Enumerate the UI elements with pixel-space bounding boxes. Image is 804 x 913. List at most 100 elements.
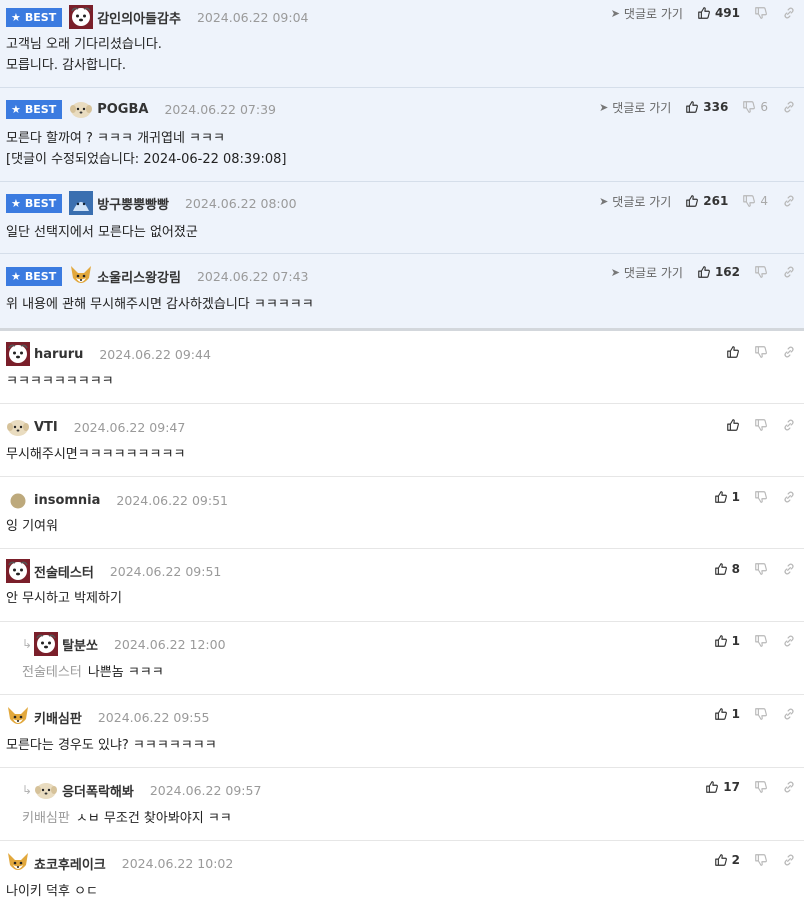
goto-comment-link[interactable]: ➤ 댓글로 가기 bbox=[599, 193, 671, 210]
dislike-button[interactable] bbox=[754, 707, 768, 721]
comment-date: 2024.06.22 09:47 bbox=[73, 419, 186, 435]
dislike-button[interactable] bbox=[754, 418, 768, 432]
like-button[interactable]: 8 bbox=[714, 562, 740, 576]
avatar[interactable] bbox=[6, 559, 30, 583]
comment-date: 2024.06.22 07:39 bbox=[164, 101, 277, 117]
nickname[interactable]: 탈분쏘 bbox=[62, 635, 98, 654]
like-count: 1 bbox=[731, 634, 740, 648]
thumbs-down-icon bbox=[754, 418, 768, 432]
comment-date: 2024.06.22 09:51 bbox=[109, 563, 222, 579]
dislike-button[interactable]: 6 bbox=[742, 100, 768, 114]
comment-date: 2024.06.22 09:55 bbox=[97, 709, 210, 725]
avatar[interactable] bbox=[69, 264, 93, 288]
comment-date: 2024.06.22 09:44 bbox=[99, 346, 211, 362]
send-icon: ➤ bbox=[599, 100, 609, 114]
best-comment: ★ BEST POGBA 2024.06.22 07:39 ➤ 댓글로 가기 336… bbox=[0, 88, 804, 182]
mention-nickname[interactable]: 전술테스터 bbox=[22, 665, 82, 680]
comment-actions: 8 bbox=[714, 560, 796, 578]
comment-date: 2024.06.22 09:51 bbox=[116, 492, 228, 508]
copy-link-button[interactable] bbox=[782, 780, 796, 794]
nickname[interactable]: 소울리스왕강림 bbox=[97, 267, 181, 286]
nickname[interactable]: 방구뿡뿡빵빵 bbox=[97, 194, 169, 213]
comment-header: 쵸코후레이크 2024.06.22 10:02 bbox=[6, 851, 233, 875]
thumbs-down-icon bbox=[742, 100, 756, 114]
copy-link-button[interactable] bbox=[782, 562, 796, 576]
nickname[interactable]: 감인의아들감추 bbox=[97, 8, 181, 27]
like-button[interactable]: 17 bbox=[705, 780, 740, 794]
like-button[interactable]: 2 bbox=[714, 853, 740, 867]
nickname[interactable]: 쵸코후레이크 bbox=[34, 854, 106, 873]
like-count: 336 bbox=[703, 100, 729, 114]
copy-link-button[interactable] bbox=[782, 265, 796, 279]
dislike-button[interactable] bbox=[754, 780, 768, 794]
avatar[interactable] bbox=[69, 97, 93, 121]
copy-link-button[interactable] bbox=[782, 100, 796, 114]
nickname[interactable]: 키배심판 bbox=[34, 708, 82, 727]
nickname[interactable]: 응더폭락해봐 bbox=[62, 781, 134, 800]
copy-link-button[interactable] bbox=[782, 418, 796, 432]
dislike-button[interactable]: 4 bbox=[742, 194, 768, 208]
dislike-count: 6 bbox=[760, 100, 768, 114]
dislike-button[interactable] bbox=[754, 634, 768, 648]
avatar[interactable] bbox=[34, 632, 58, 656]
dislike-button[interactable] bbox=[754, 6, 768, 20]
mention-nickname[interactable]: 키배심판 bbox=[22, 811, 70, 826]
dislike-button[interactable] bbox=[754, 345, 768, 359]
comment-body: 안 무시하고 박제하기 bbox=[6, 591, 122, 606]
nickname[interactable]: VTI bbox=[34, 420, 58, 435]
like-count: 1 bbox=[731, 490, 740, 504]
avatar[interactable] bbox=[34, 778, 58, 802]
copy-link-button[interactable] bbox=[782, 194, 796, 208]
avatar[interactable] bbox=[6, 851, 30, 875]
goto-comment-link[interactable]: ➤ 댓글로 가기 bbox=[611, 5, 683, 22]
copy-link-button[interactable] bbox=[782, 490, 796, 504]
reply-arrow-icon: ↳ bbox=[22, 637, 33, 651]
nickname[interactable]: insomnia bbox=[34, 493, 100, 508]
avatar[interactable] bbox=[6, 342, 30, 366]
copy-link-button[interactable] bbox=[782, 345, 796, 359]
like-button[interactable]: 491 bbox=[697, 6, 740, 20]
like-button[interactable] bbox=[726, 418, 740, 432]
avatar[interactable] bbox=[6, 415, 30, 439]
comment: 키배심판 2024.06.22 09:55 1 모른다는 경우도 있냐? ㅋㅋㅋ… bbox=[0, 695, 804, 768]
link-icon bbox=[782, 345, 796, 359]
avatar[interactable] bbox=[69, 191, 93, 215]
nickname[interactable]: 전술테스터 bbox=[34, 562, 94, 581]
like-count: 17 bbox=[723, 780, 740, 794]
like-button[interactable] bbox=[726, 345, 740, 359]
copy-link-button[interactable] bbox=[782, 707, 796, 721]
avatar[interactable] bbox=[6, 705, 30, 729]
like-button[interactable]: 1 bbox=[714, 707, 740, 721]
nickname[interactable]: haruru bbox=[34, 347, 83, 362]
comment-body: 모른다는 경우도 있냐? ㅋㅋㅋㅋㅋㅋㅋ bbox=[6, 738, 217, 753]
comment-header: 키배심판 2024.06.22 09:55 bbox=[6, 705, 209, 729]
copy-link-button[interactable] bbox=[782, 6, 796, 20]
best-comment: ★ BEST 감인의아들감추 2024.06.22 09:04 ➤ 댓글로 가기 4… bbox=[0, 0, 804, 88]
like-button[interactable]: 1 bbox=[714, 634, 740, 648]
like-button[interactable]: 1 bbox=[714, 490, 740, 504]
dislike-button[interactable] bbox=[754, 853, 768, 867]
copy-link-button[interactable] bbox=[782, 853, 796, 867]
like-button[interactable]: 162 bbox=[697, 265, 740, 279]
like-button[interactable]: 336 bbox=[685, 100, 728, 114]
send-icon: ➤ bbox=[610, 265, 620, 279]
best-comment: ★ BEST 방구뿡뿡빵빵 2024.06.22 08:00 ➤ 댓글로 가기 26… bbox=[0, 182, 804, 254]
goto-comment-link[interactable]: ➤ 댓글로 가기 bbox=[599, 99, 671, 116]
link-icon bbox=[782, 265, 796, 279]
thumbs-down-icon bbox=[754, 490, 768, 504]
dislike-button[interactable] bbox=[754, 490, 768, 504]
best-badge: ★ BEST bbox=[6, 7, 63, 27]
best-badge: ★ BEST bbox=[6, 266, 63, 286]
copy-link-button[interactable] bbox=[782, 634, 796, 648]
comment: VTI 2024.06.22 09:47 무시해주시면ㅋㅋㅋㅋㅋㅋㅋㅋㅋ bbox=[0, 404, 804, 477]
dislike-button[interactable] bbox=[754, 265, 768, 279]
best-badge: ★ BEST bbox=[6, 193, 63, 213]
nickname[interactable]: POGBA bbox=[97, 102, 148, 117]
thumbs-up-icon bbox=[726, 345, 740, 359]
like-button[interactable]: 261 bbox=[685, 194, 728, 208]
dislike-button[interactable] bbox=[754, 562, 768, 576]
avatar[interactable] bbox=[6, 488, 30, 512]
avatar[interactable] bbox=[69, 5, 93, 29]
like-count: 491 bbox=[714, 6, 740, 20]
goto-comment-link[interactable]: ➤ 댓글로 가기 bbox=[611, 264, 683, 281]
